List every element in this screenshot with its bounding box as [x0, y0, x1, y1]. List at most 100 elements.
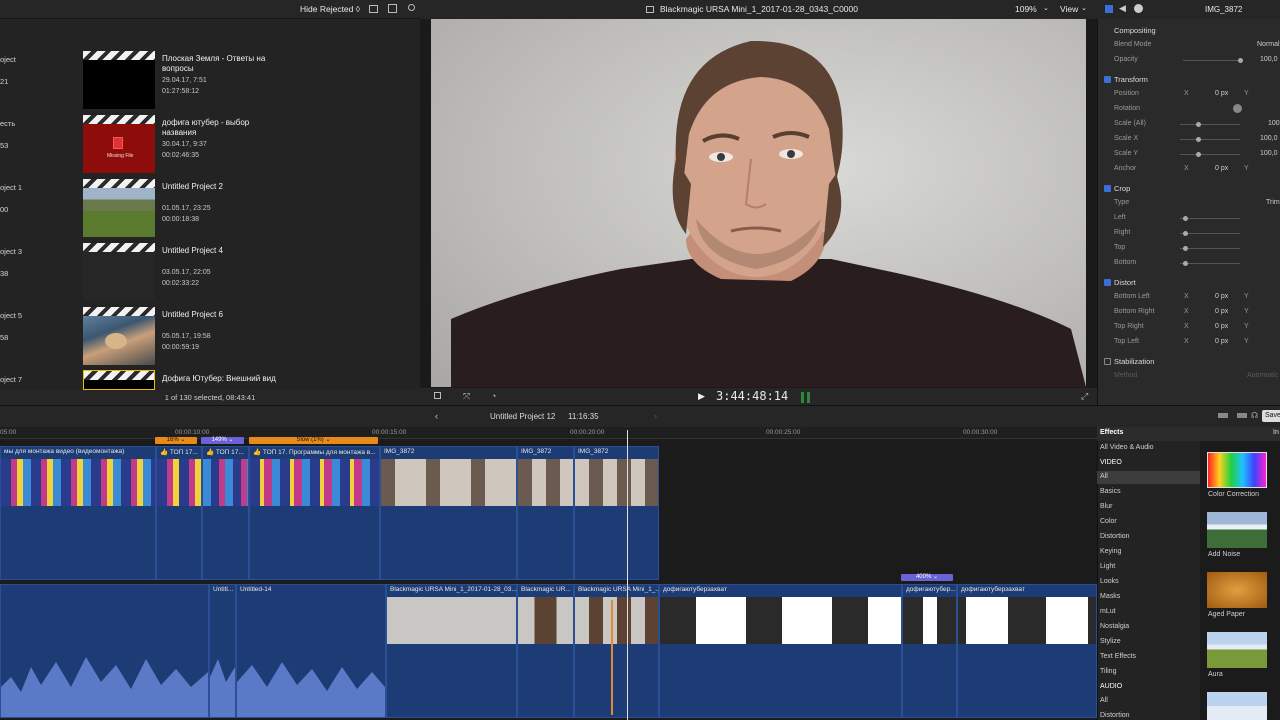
effects-category[interactable]: Text Effects: [1100, 653, 1136, 660]
crop-top-slider[interactable]: [1180, 246, 1240, 251]
project-title[interactable]: Untitled Project 2: [162, 182, 282, 192]
scale-all-value[interactable]: 100: [1268, 120, 1280, 127]
timeline-clip[interactable]: 👍 ТОП 17...: [156, 446, 202, 580]
crop-type-value[interactable]: Trim: [1266, 199, 1280, 206]
project-thumbnail[interactable]: [83, 179, 155, 237]
stabilization-checkbox[interactable]: [1104, 358, 1111, 365]
crop-left-slider[interactable]: [1180, 216, 1240, 221]
effects-category[interactable]: Stylize: [1100, 638, 1121, 645]
crop-header[interactable]: Crop: [1104, 184, 1130, 193]
opacity-slider[interactable]: [1183, 58, 1243, 63]
position-x-value[interactable]: 0 px: [1215, 90, 1228, 97]
timeline-clip[interactable]: IMG_3872: [380, 446, 517, 580]
video-inspector-icon[interactable]: [1105, 5, 1113, 13]
effect-thumbnail[interactable]: [1207, 692, 1267, 720]
timeline-clip[interactable]: 👍 ТОП 17. Программы для монтажа в...: [249, 446, 380, 580]
headphones-icon[interactable]: ☊: [1251, 411, 1258, 420]
timeline-clip[interactable]: Untitl...: [209, 584, 236, 718]
project-title[interactable]: Плоская Земля - Ответы на вопросы: [162, 54, 282, 74]
speed-indicator[interactable]: 149% ⌄: [201, 437, 244, 444]
view-menu[interactable]: View: [1060, 4, 1078, 14]
effects-category[interactable]: All Video & Audio: [1100, 444, 1154, 451]
filmstrip-view-icon[interactable]: [388, 4, 397, 13]
timeline-clip[interactable]: дофигаютубер...: [902, 584, 957, 718]
effects-category[interactable]: Looks: [1100, 578, 1119, 585]
timeline-clip[interactable]: Blackmagic UR...: [517, 584, 574, 718]
info-icon[interactable]: [1134, 4, 1143, 13]
anchor-x-value[interactable]: 0 px: [1215, 165, 1228, 172]
crop-bottom-slider[interactable]: [1180, 261, 1240, 266]
crop-right-knob[interactable]: [1183, 231, 1188, 236]
top-left-x-value[interactable]: 0 px: [1215, 338, 1228, 345]
hide-rejected-filter[interactable]: Hide Rejected ◊: [300, 4, 360, 14]
speed-indicator[interactable]: 16% ⌄: [155, 437, 197, 444]
top-right-x-value[interactable]: 0 px: [1215, 323, 1228, 330]
transform-icon[interactable]: [434, 392, 441, 399]
bottom-right-x-value[interactable]: 0 px: [1215, 308, 1228, 315]
timeline-clip[interactable]: IMG_3872: [574, 446, 659, 580]
effects-category[interactable]: Color: [1100, 518, 1117, 525]
blend-mode-value[interactable]: Normal: [1257, 41, 1280, 48]
effect-thumbnail[interactable]: [1207, 572, 1267, 608]
rotation-dial[interactable]: [1233, 104, 1242, 113]
crop-bottom-knob[interactable]: [1183, 261, 1188, 266]
effects-category[interactable]: Light: [1100, 563, 1115, 570]
search-icon[interactable]: [408, 4, 415, 11]
project-title[interactable]: Untitled Project 4: [162, 246, 282, 256]
effects-category[interactable]: Keying: [1100, 548, 1121, 555]
zoom-chevron-icon[interactable]: ⌄: [1043, 4, 1049, 12]
timeline-clip[interactable]: Blackmagic URSA Mini_1_2017-01-28_03...: [386, 584, 517, 718]
timeline-clip[interactable]: [0, 584, 209, 718]
playhead[interactable]: [627, 430, 628, 720]
effects-category[interactable]: Masks: [1100, 593, 1120, 600]
timeline-clip[interactable]: IMG_3872: [517, 446, 574, 580]
list-view-icon[interactable]: [369, 5, 378, 13]
effects-category[interactable]: Distortion: [1100, 712, 1130, 719]
scale-x-slider-knob[interactable]: [1196, 137, 1201, 142]
effects-category[interactable]: Basics: [1100, 488, 1121, 495]
trim-icon[interactable]: ⤧: [463, 391, 470, 402]
effect-thumbnail[interactable]: [1207, 632, 1267, 668]
play-icon[interactable]: ▶: [698, 391, 705, 402]
scale-x-slider[interactable]: [1180, 137, 1240, 142]
zoom-icon[interactable]: [1237, 413, 1247, 418]
timeline-clip[interactable]: 👍 ТОП 17...: [202, 446, 249, 580]
crop-left-knob[interactable]: [1183, 216, 1188, 221]
video-frame[interactable]: [431, 19, 1086, 387]
transform-checkbox[interactable]: [1104, 76, 1111, 83]
project-thumbnail[interactable]: Missing File: [83, 115, 155, 173]
save-button[interactable]: Save: [1262, 410, 1280, 422]
scale-all-slider[interactable]: [1180, 122, 1240, 127]
clip-appearance-icon[interactable]: [1218, 413, 1228, 418]
timeline-clip[interactable]: Blackmagic URSA Mini_1_...: [574, 584, 661, 718]
project-thumbnail[interactable]: [83, 51, 155, 109]
speed-indicator[interactable]: Slow (1%) ⌄: [249, 437, 378, 444]
timeline-clip[interactable]: Untitled-14: [236, 584, 386, 718]
scale-x-value[interactable]: 100,0: [1260, 135, 1278, 142]
bottom-left-x-value[interactable]: 0 px: [1215, 293, 1228, 300]
project-thumbnail-selected[interactable]: [83, 370, 155, 390]
speed-indicator[interactable]: 400% ⌄: [901, 574, 953, 581]
stabilization-header[interactable]: Stabilization: [1104, 357, 1154, 366]
distort-header[interactable]: Distort: [1104, 278, 1136, 287]
effects-category[interactable]: Nostalgia: [1100, 623, 1129, 630]
project-thumbnail[interactable]: [83, 307, 155, 365]
speed-icon[interactable]: ◔: [491, 391, 496, 401]
scale-all-slider-knob[interactable]: [1196, 122, 1201, 127]
effect-thumbnail[interactable]: [1207, 512, 1267, 548]
effects-category[interactable]: mLut: [1100, 608, 1116, 615]
scale-y-slider-knob[interactable]: [1196, 152, 1201, 157]
effect-thumbnail[interactable]: [1207, 452, 1267, 488]
scale-y-slider[interactable]: [1180, 152, 1240, 157]
crop-right-slider[interactable]: [1180, 231, 1240, 236]
audio-inspector-icon[interactable]: ◀: [1119, 3, 1126, 14]
project-title[interactable]: Untitled Project 6: [162, 310, 282, 320]
effects-category[interactable]: Blur: [1100, 503, 1112, 510]
scale-y-value[interactable]: 100,0: [1260, 150, 1278, 157]
transform-header[interactable]: Transform: [1104, 75, 1148, 84]
effects-category[interactable]: Distortion: [1100, 533, 1130, 540]
back-arrow-icon[interactable]: ‹: [435, 411, 438, 421]
fullscreen-icon[interactable]: ⤢: [1081, 391, 1088, 402]
timeline-clip[interactable]: мы для монтажа видео (видеомонтажа): [0, 446, 156, 580]
zoom-menu[interactable]: 109%: [1015, 4, 1037, 14]
